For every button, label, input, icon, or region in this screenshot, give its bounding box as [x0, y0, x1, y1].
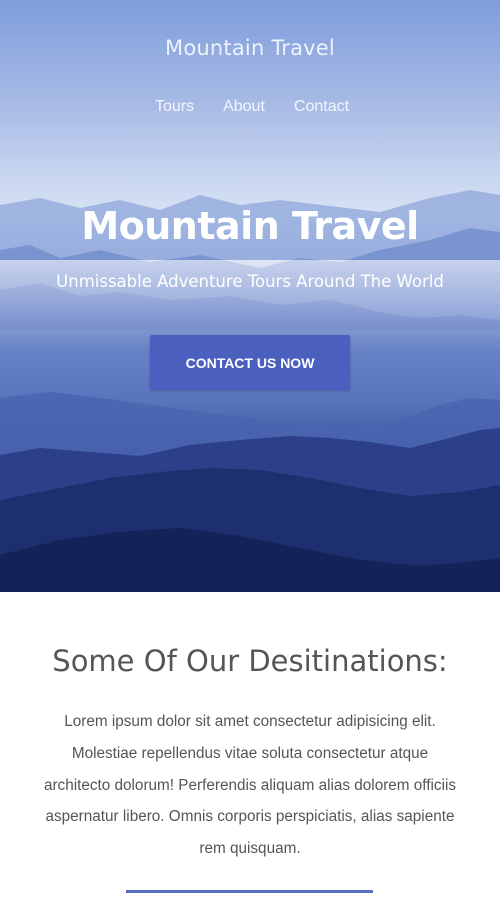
nav-item-about[interactable]: About	[223, 98, 265, 116]
main-nav: Tours About Contact	[0, 98, 500, 116]
hero-section: Mountain Travel Tours About Contact Moun…	[0, 0, 500, 592]
nav-item-tours[interactable]: Tours	[155, 98, 194, 116]
mountain-background-image	[0, 190, 500, 592]
site-title: Mountain Travel	[165, 36, 335, 60]
destinations-text: Lorem ipsum dolor sit amet consectetur a…	[43, 713, 457, 858]
section-divider	[126, 890, 373, 893]
hero-title: Mountain Travel	[81, 204, 419, 248]
nav-item-contact[interactable]: Contact	[294, 98, 349, 116]
contact-us-button[interactable]: CONTACT US NOW	[150, 335, 350, 390]
destinations-title: Some Of Our Desitinations:	[52, 644, 448, 678]
hero-subtitle: Unmissable Adventure Tours Around The Wo…	[56, 272, 444, 291]
